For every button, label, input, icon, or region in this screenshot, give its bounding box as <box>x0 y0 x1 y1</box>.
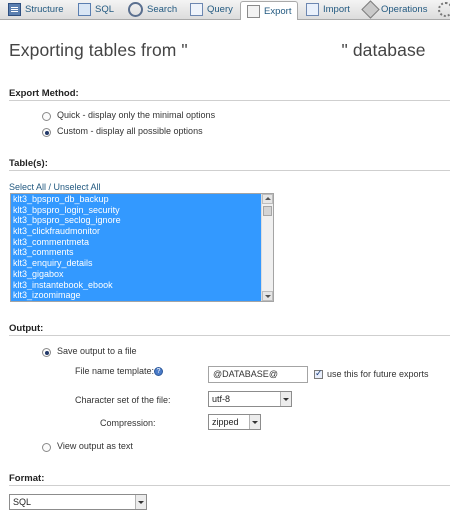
divider <box>9 485 450 486</box>
list-item[interactable]: klt3_bpspro_db_backup <box>11 194 261 205</box>
charset-value: utf-8 <box>212 394 231 404</box>
export-method-heading: Export Method: <box>9 88 79 99</box>
format-select[interactable]: SQL <box>9 494 147 510</box>
divider <box>9 335 450 336</box>
use-for-future-checkbox[interactable] <box>314 369 323 379</box>
format-value: SQL <box>13 497 32 507</box>
chevron-down-icon <box>249 415 260 429</box>
compression-label: Compression: <box>100 418 156 428</box>
format-heading: Format: <box>9 473 45 484</box>
scroll-up-icon[interactable] <box>262 194 273 204</box>
tables-scrollbar[interactable] <box>261 194 273 301</box>
chevron-down-icon <box>135 495 146 509</box>
tab-label: Search <box>147 4 178 15</box>
tables-list: klt3_bpspro_db_backup klt3_bpspro_login_… <box>11 194 261 301</box>
tab-label: Structure <box>25 4 64 15</box>
tab-query[interactable]: Query <box>190 1 233 18</box>
divider <box>9 170 450 171</box>
view-as-text-label[interactable]: View output as text <box>57 441 133 451</box>
operations-icon <box>361 0 380 19</box>
list-item[interactable]: klt3_instantebook_ebook <box>11 279 261 291</box>
list-item[interactable]: klt3_enquiry_details <box>11 258 261 269</box>
charset-label: Character set of the file: <box>75 395 171 405</box>
tab-bar: Structure SQL Search Query Export Import… <box>0 0 450 20</box>
query-icon <box>190 3 203 16</box>
list-item[interactable]: klt3_commentmeta <box>11 236 261 248</box>
structure-icon <box>8 3 21 16</box>
scroll-thumb[interactable] <box>263 206 272 216</box>
compression-select[interactable]: zipped <box>208 414 261 430</box>
tab-structure[interactable]: Structure <box>8 1 64 18</box>
list-item[interactable]: klt3_izoomimage <box>11 290 261 301</box>
use-for-future-label[interactable]: use this for future exports <box>327 369 429 379</box>
tables-heading: Table(s): <box>9 158 48 169</box>
tab-more[interactable] <box>438 1 450 18</box>
chevron-down-icon <box>280 392 291 406</box>
tab-sql[interactable]: SQL <box>78 1 114 18</box>
custom-export-label[interactable]: Custom - display all possible options <box>57 126 203 136</box>
tab-operations[interactable]: Operations <box>361 0 428 19</box>
scroll-down-icon[interactable] <box>262 291 273 301</box>
tab-label: Import <box>323 4 350 15</box>
output-heading: Output: <box>9 323 44 334</box>
tab-export[interactable]: Export <box>240 1 299 20</box>
file-name-template-label: File name template: <box>75 366 155 376</box>
list-item[interactable]: klt3_comments <box>11 247 261 259</box>
sql-icon <box>78 3 91 16</box>
quick-export-label[interactable]: Quick - display only the minimal options <box>57 110 215 120</box>
import-icon <box>306 3 319 16</box>
tab-label: Query <box>207 4 233 15</box>
tab-label: SQL <box>95 4 115 15</box>
save-to-file-radio[interactable] <box>42 348 51 357</box>
save-to-file-label[interactable]: Save output to a file <box>57 346 137 356</box>
divider <box>9 100 450 101</box>
tab-import[interactable]: Import <box>306 1 350 18</box>
list-item[interactable]: klt3_clickfraudmonitor <box>11 226 261 237</box>
view-as-text-radio[interactable] <box>42 443 51 452</box>
list-item[interactable]: klt3_bpspro_login_security <box>11 204 261 216</box>
tab-label: Operations <box>381 4 428 15</box>
tables-listbox[interactable]: klt3_bpspro_db_backup klt3_bpspro_login_… <box>10 193 274 302</box>
quick-export-radio[interactable] <box>42 112 51 121</box>
file-name-template-input[interactable]: @DATABASE@ <box>208 366 308 383</box>
tab-search[interactable]: Search <box>128 1 177 18</box>
charset-select[interactable]: utf-8 <box>208 391 292 407</box>
export-icon <box>247 4 260 18</box>
select-all-link[interactable]: Select All / Unselect All <box>9 182 101 192</box>
custom-export-radio[interactable] <box>42 128 51 137</box>
list-item[interactable]: klt3_bpspro_seclog_ignore <box>11 215 261 227</box>
page-title: Exporting tables from " " database <box>9 40 426 60</box>
tab-label: Export <box>264 5 292 17</box>
more-tabs-icon <box>438 2 450 17</box>
search-icon <box>128 2 143 17</box>
help-icon[interactable]: ? <box>154 367 163 376</box>
list-item[interactable]: klt3_gigabox <box>11 268 261 280</box>
compression-value: zipped <box>212 417 239 427</box>
